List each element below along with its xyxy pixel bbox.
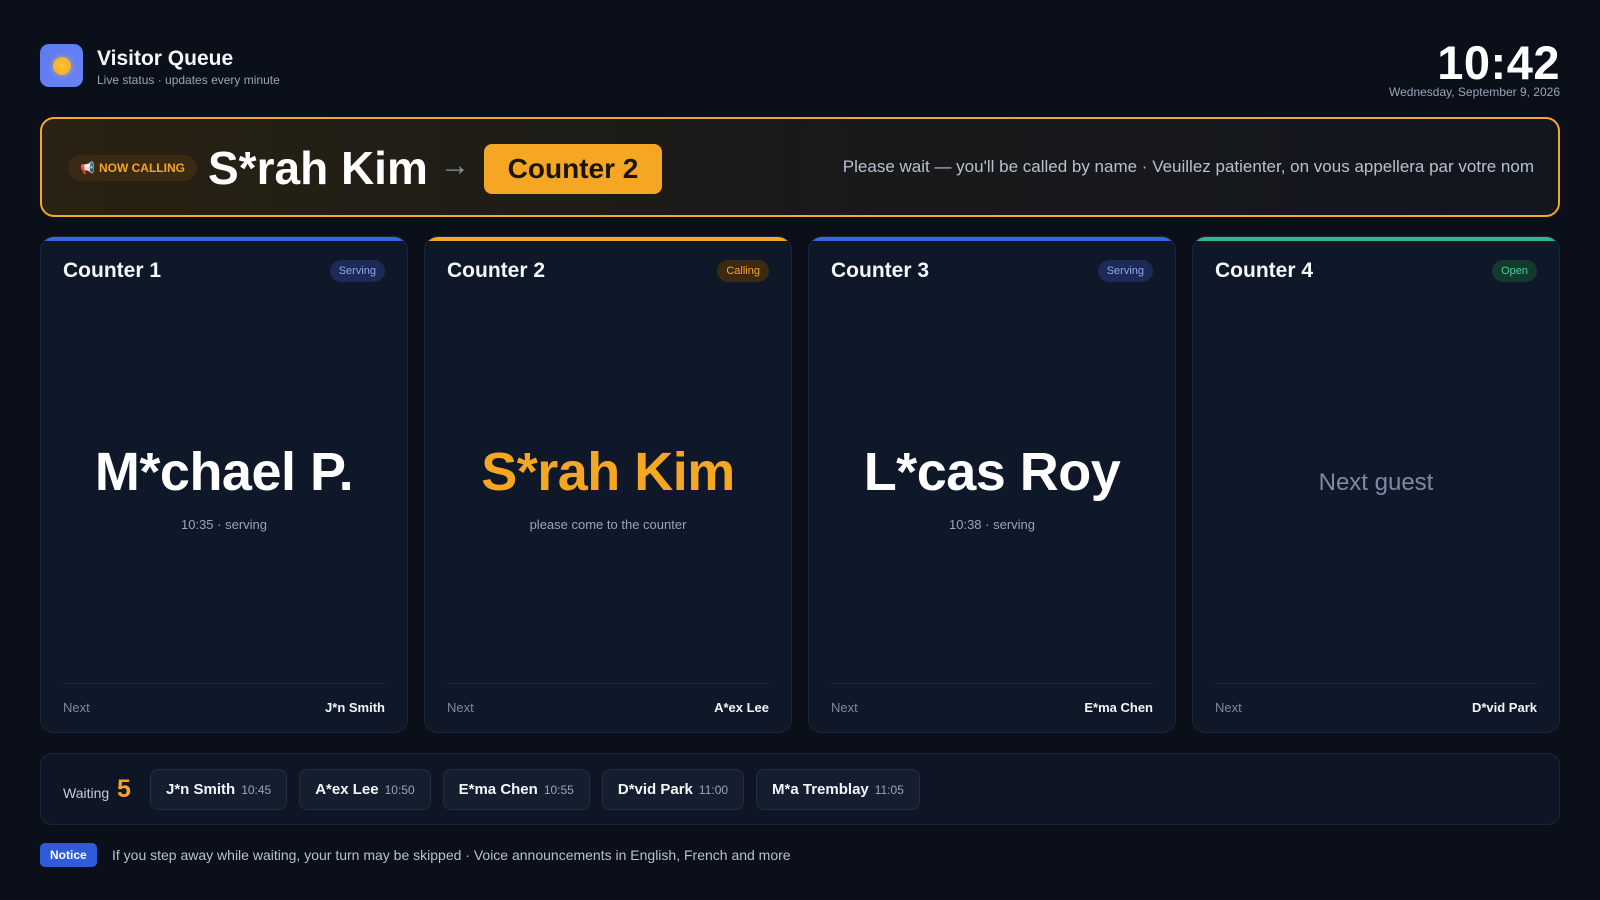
now-calling-tag: 📢 NOW CALLING xyxy=(68,155,197,181)
serving-name: M*chael P. xyxy=(94,442,354,502)
next-label: Next xyxy=(831,700,858,715)
waiting-label: Waiting xyxy=(63,785,110,801)
card-accent-bar xyxy=(1193,237,1559,241)
counter-card-3: Counter 3 Serving L*cas Roy 10:38 · serv… xyxy=(808,236,1176,733)
divider xyxy=(447,683,769,684)
waiting-list: Waiting 5 J*n Smith 10:45 A*ex Lee 10:50… xyxy=(40,753,1560,825)
chip-name: A*ex Lee xyxy=(315,781,379,798)
waiting-chip: A*ex Lee 10:50 xyxy=(299,769,431,810)
divider xyxy=(1215,683,1537,684)
counter-title: Counter 4 xyxy=(1215,259,1314,282)
empty-placeholder: Next guest xyxy=(1318,469,1434,496)
status-badge: Serving xyxy=(329,260,385,282)
sun-icon xyxy=(52,56,71,75)
app-title: Visitor Queue xyxy=(97,47,234,70)
app-logo xyxy=(40,44,83,87)
divider xyxy=(831,683,1153,684)
megaphone-icon: 📢 xyxy=(80,161,95,175)
calling-sub: please come to the counter xyxy=(529,517,687,532)
waiting-chip: J*n Smith 10:45 xyxy=(150,769,288,810)
waiting-chips: J*n Smith 10:45 A*ex Lee 10:50 E*ma Chen… xyxy=(150,769,920,810)
next-name: E*ma Chen xyxy=(1084,700,1153,715)
card-accent-bar xyxy=(41,237,407,241)
app-subtitle: Live status · updates every minute xyxy=(97,73,280,87)
counter-card-2: Counter 2 Calling S*rah Kim please come … xyxy=(424,236,792,733)
waiting-chip: E*ma Chen 10:55 xyxy=(442,769,590,810)
counter-card-4: Counter 4 Open Next guest Next D*vid Par… xyxy=(1192,236,1560,733)
serving-sub: 10:38 · serving xyxy=(949,517,1035,532)
chip-time: 11:00 xyxy=(698,782,729,797)
status-badge: Calling xyxy=(717,260,769,282)
chip-time: 10:55 xyxy=(543,782,574,797)
now-calling-label: NOW CALLING xyxy=(98,161,185,175)
counter-cards: Counter 1 Serving M*chael P. 10:35 · ser… xyxy=(40,236,1560,733)
next-label: Next xyxy=(447,700,474,715)
card-accent-bar xyxy=(809,237,1175,241)
counter-card-1: Counter 1 Serving M*chael P. 10:35 · ser… xyxy=(40,236,408,733)
serving-sub: 10:35 · serving xyxy=(181,517,267,532)
divider xyxy=(63,683,385,684)
called-counter: Counter 2 xyxy=(484,144,662,194)
arrow-right-icon: → xyxy=(440,149,470,182)
calling-name: S*rah Kim xyxy=(481,442,735,502)
next-name: J*n Smith xyxy=(325,700,385,715)
chip-name: J*n Smith xyxy=(166,781,236,798)
serving-name: L*cas Roy xyxy=(863,442,1121,502)
chip-name: D*vid Park xyxy=(617,781,693,798)
waiting-chip: D*vid Park 11:00 xyxy=(601,769,745,810)
clock: 10:42 xyxy=(1437,36,1560,89)
notice-badge: Notice xyxy=(40,843,97,867)
status-badge: Serving xyxy=(1097,260,1153,282)
banner-message: Please wait — you'll be called by name ·… xyxy=(842,157,1534,176)
counter-title: Counter 2 xyxy=(447,259,546,282)
card-accent-bar xyxy=(425,237,791,241)
chip-name: M*a Tremblay xyxy=(772,781,869,798)
waiting-chip: M*a Tremblay 11:05 xyxy=(756,769,920,810)
waiting-count: 5 xyxy=(117,775,131,803)
called-name: S*rah Kim xyxy=(208,142,428,194)
now-calling-banner: 📢 NOW CALLING S*rah Kim → Counter 2 Plea… xyxy=(40,117,1560,217)
next-label: Next xyxy=(63,700,90,715)
notice-text: If you step away while waiting, your tur… xyxy=(112,847,791,863)
next-label: Next xyxy=(1215,700,1242,715)
chip-time: 10:45 xyxy=(241,782,272,797)
chip-time: 10:50 xyxy=(384,782,415,797)
counter-title: Counter 3 xyxy=(831,259,930,282)
date: Wednesday, September 9, 2026 xyxy=(1389,85,1560,99)
next-name: D*vid Park xyxy=(1471,700,1537,715)
counter-title: Counter 1 xyxy=(63,259,162,282)
chip-name: E*ma Chen xyxy=(458,781,538,798)
header: Visitor Queue Live status · updates ever… xyxy=(40,36,1560,104)
status-badge: Open xyxy=(1492,260,1537,282)
next-name: A*ex Lee xyxy=(714,700,769,715)
chip-time: 11:05 xyxy=(874,782,904,797)
